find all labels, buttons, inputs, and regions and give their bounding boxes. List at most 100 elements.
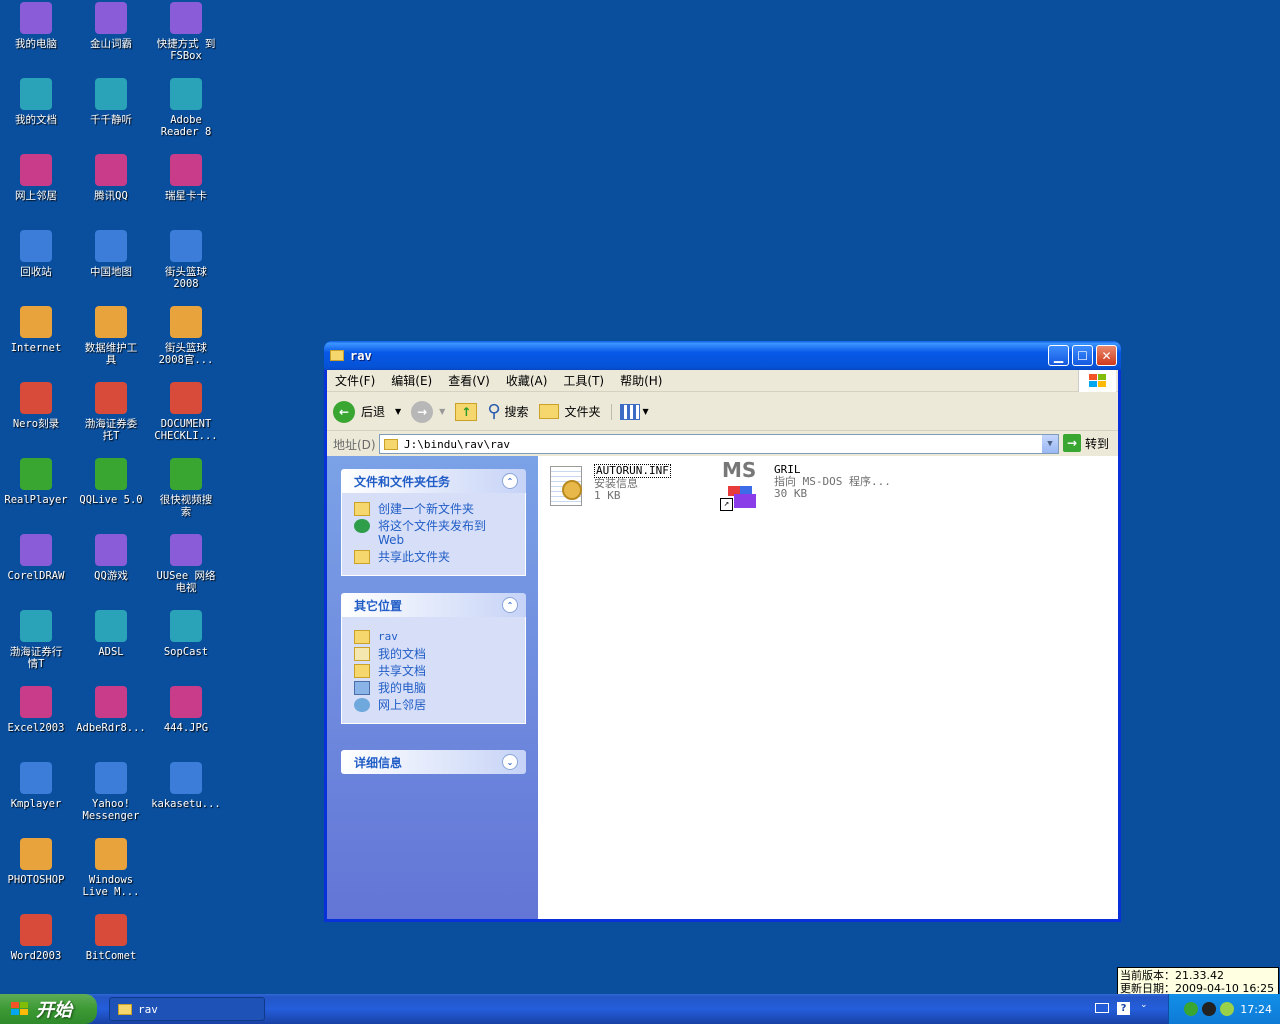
- task-share-folder[interactable]: 共享此文件夹: [354, 550, 525, 564]
- desktop-icon[interactable]: CorelDRAW: [0, 534, 74, 582]
- go-button[interactable]: → 转到: [1063, 434, 1109, 452]
- desktop-icon[interactable]: DOCUMENT CHECKLI...: [148, 382, 224, 442]
- desktop-icon[interactable]: ADSL: [73, 610, 149, 658]
- desktop-icon[interactable]: 金山词霸: [73, 2, 149, 50]
- desktop-icon[interactable]: AdbeRdr8...: [73, 686, 149, 734]
- desktop-icon[interactable]: Kmplayer: [0, 762, 74, 810]
- close-button[interactable]: ✕: [1096, 345, 1117, 366]
- file-item-autorun[interactable]: AUTORUN.INF 安装信息 1 KB: [544, 464, 671, 508]
- expand-icon[interactable]: ⌄: [502, 754, 518, 770]
- task-new-folder[interactable]: 创建一个新文件夹: [354, 502, 525, 516]
- views-button[interactable]: ▼: [610, 403, 649, 420]
- menu-view[interactable]: 查看(V): [440, 372, 498, 389]
- language-toggle-icon[interactable]: ⌄: [1140, 1000, 1148, 1010]
- folders-button[interactable]: 文件夹: [538, 403, 601, 420]
- sopcast-icon: [170, 610, 202, 642]
- menu-help[interactable]: 帮助(H): [612, 372, 670, 389]
- desktop-icon[interactable]: Internet: [0, 306, 74, 354]
- desktop-icon[interactable]: Excel2003: [0, 686, 74, 734]
- taskbar-item-rav[interactable]: rav: [109, 997, 265, 1021]
- menu-file[interactable]: 文件(F): [327, 372, 383, 389]
- file-list[interactable]: AUTORUN.INF 安装信息 1 KB MS ↗ GRIL 指向 MS-DO…: [538, 456, 1118, 919]
- excel-icon: [20, 686, 52, 718]
- desktop-icon-label: Windows Live M...: [82, 874, 140, 898]
- file-tasks-title: 文件和文件夹任务: [354, 474, 451, 489]
- desktop-icon[interactable]: UUSee 网络 电视: [148, 534, 224, 594]
- desktop-icon[interactable]: QQ游戏: [73, 534, 149, 582]
- desktop-icon[interactable]: 千千静听: [73, 78, 149, 126]
- desktop-icon[interactable]: 数据维护工 具: [73, 306, 149, 366]
- keyboard-icon[interactable]: [1095, 1003, 1109, 1013]
- desktop-icon[interactable]: Yahoo! Messenger: [73, 762, 149, 822]
- desktop-icon[interactable]: 渤海证券行 情T: [0, 610, 74, 670]
- other-places-header[interactable]: 其它位置 ⌃: [341, 593, 526, 617]
- desktop-icon[interactable]: 网上邻居: [0, 154, 74, 202]
- desktop-icon-label: Adobe Reader 8: [160, 114, 212, 138]
- details-header[interactable]: 详细信息 ⌄: [341, 750, 526, 774]
- help-icon[interactable]: ?: [1117, 1002, 1130, 1015]
- address-dropdown-button[interactable]: ▼: [1042, 435, 1058, 453]
- start-button[interactable]: 开始: [0, 994, 97, 1024]
- windows-logo-icon: [11, 1002, 28, 1015]
- place-rav[interactable]: rav: [354, 630, 525, 644]
- desktop-icon[interactable]: 快捷方式 到 FSBox: [148, 2, 224, 62]
- desktop-icon[interactable]: 街头篮球 2008官...: [148, 306, 224, 366]
- qqgame-icon: [95, 534, 127, 566]
- place-shared-documents[interactable]: 共享文档: [354, 664, 525, 678]
- chevron-down-icon[interactable]: ▼: [395, 407, 401, 416]
- window-titlebar[interactable]: rav ▁ ☐ ✕: [324, 341, 1121, 370]
- desktop-icon[interactable]: SopCast: [148, 610, 224, 658]
- forward-button[interactable]: → ▼: [411, 400, 445, 423]
- desktop-icon[interactable]: Word2003: [0, 914, 74, 962]
- desktop-icon[interactable]: QQLive 5.0: [73, 458, 149, 506]
- qq-tray-icon[interactable]: [1202, 1002, 1217, 1016]
- file-item-gril[interactable]: MS ↗ GRIL 指向 MS-DOS 程序... 30 KB: [720, 460, 891, 512]
- desktop-icon[interactable]: 腾讯QQ: [73, 154, 149, 202]
- desktop-icon[interactable]: 444.JPG: [148, 686, 224, 734]
- place-my-computer[interactable]: 我的电脑: [354, 681, 525, 695]
- rising-tray-icon[interactable]: [1184, 1002, 1199, 1016]
- desktop-icon[interactable]: 我的电脑: [0, 2, 74, 50]
- desktop-icon[interactable]: PHOTOSHOP: [0, 838, 74, 886]
- windows-logo-icon: [1078, 370, 1116, 392]
- address-input[interactable]: J:\bindu\rav\rav ▼: [379, 434, 1059, 454]
- file-name: AUTORUN.INF: [594, 464, 671, 478]
- network-tray-icon[interactable]: [1220, 1002, 1235, 1016]
- menu-edit[interactable]: 编辑(E): [383, 372, 440, 389]
- menu-favorites[interactable]: 收藏(A): [498, 372, 556, 389]
- desktop-icon[interactable]: Nero刻录: [0, 382, 74, 430]
- desktop-icon[interactable]: Windows Live M...: [73, 838, 149, 898]
- desktop-icon[interactable]: BitComet: [73, 914, 149, 962]
- desktop-icon[interactable]: 渤海证券委 托T: [73, 382, 149, 442]
- desktop-icon[interactable]: 街头篮球 2008: [148, 230, 224, 290]
- collapse-icon[interactable]: ⌃: [502, 473, 518, 489]
- desktop-icon[interactable]: 回收站: [0, 230, 74, 278]
- chevron-down-icon[interactable]: ▼: [439, 407, 445, 416]
- file-tasks-header[interactable]: 文件和文件夹任务 ⌃: [341, 469, 526, 493]
- desktop-icon[interactable]: 瑞星卡卡: [148, 154, 224, 202]
- desktop-icon[interactable]: Adobe Reader 8: [148, 78, 224, 138]
- up-folder-icon: ↑: [455, 402, 478, 421]
- desktop-icon[interactable]: 我的文档: [0, 78, 74, 126]
- search-button[interactable]: ⚲ 搜索: [487, 401, 528, 422]
- menu-tools[interactable]: 工具(T): [555, 372, 612, 389]
- desktop-icon-label: Nero刻录: [12, 418, 60, 430]
- desktop-icon-label: SopCast: [163, 646, 209, 658]
- desktop-icon[interactable]: 很快视频搜 索: [148, 458, 224, 518]
- internet-explorer-icon: [20, 306, 52, 338]
- desktop-icon[interactable]: RealPlayer: [0, 458, 74, 506]
- desktop-icon[interactable]: kakasetu...: [148, 762, 224, 810]
- desktop-icon-label: BitComet: [85, 950, 137, 962]
- back-button[interactable]: ← 后退 ▼: [333, 400, 401, 423]
- task-publish-web[interactable]: 将这个文件夹发布到 Web: [354, 519, 525, 547]
- place-my-documents[interactable]: 我的文档: [354, 647, 525, 661]
- word-icon: [20, 914, 52, 946]
- collapse-icon[interactable]: ⌃: [502, 597, 518, 613]
- place-network[interactable]: 网上邻居: [354, 698, 525, 712]
- up-folder-button[interactable]: ↑: [455, 402, 478, 421]
- minimize-button[interactable]: ▁: [1048, 345, 1069, 366]
- desktop-icon[interactable]: 中国地图: [73, 230, 149, 278]
- maximize-button[interactable]: ☐: [1072, 345, 1093, 366]
- clock[interactable]: 17:24: [1240, 1003, 1272, 1016]
- china-map-icon: [95, 230, 127, 262]
